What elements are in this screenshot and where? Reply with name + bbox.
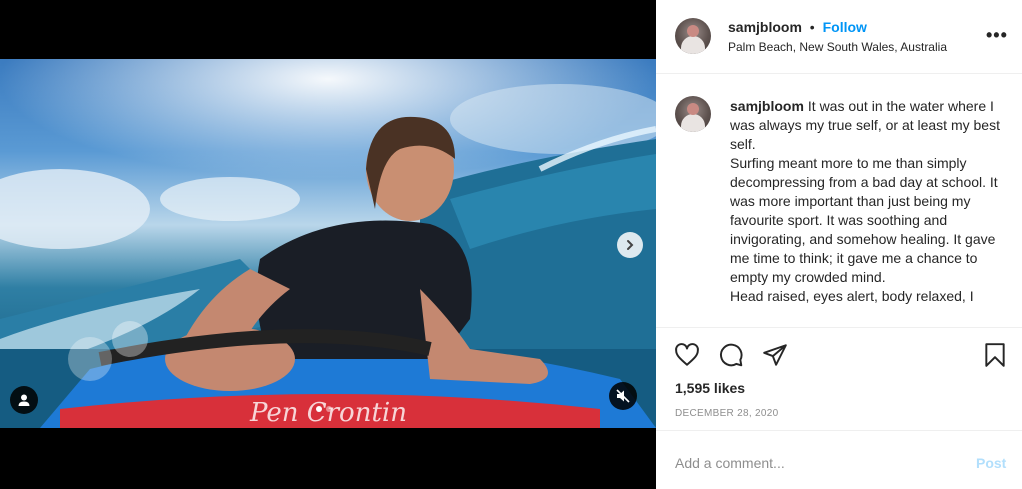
caption-text: samjbloom It was out in the water where I…: [730, 97, 1000, 306]
comment-button[interactable]: [718, 342, 744, 373]
heart-icon: [675, 343, 699, 366]
carousel-indicator: [316, 406, 332, 412]
muted-speaker-icon: [616, 389, 630, 403]
comment-composer: Post: [656, 430, 1022, 489]
follow-button[interactable]: Follow: [823, 19, 867, 35]
post-actions: 1,595 likes DECEMBER 28, 2020: [656, 327, 1022, 429]
avatar[interactable]: [675, 18, 711, 54]
carousel-dot: [326, 406, 332, 412]
post-media: Pen Crontin: [0, 0, 656, 489]
surfer-photo-illustration: Pen Crontin: [0, 59, 656, 428]
username-link[interactable]: samjbloom: [728, 19, 802, 35]
separator-dot: •: [809, 19, 815, 35]
post-comment-button[interactable]: Post: [976, 455, 1006, 471]
post-header: samjbloom • Follow Palm Beach, New South…: [656, 0, 1022, 74]
avatar[interactable]: [675, 96, 711, 132]
post-date[interactable]: DECEMBER 28, 2020: [675, 408, 778, 419]
svg-text:Pen Crontin: Pen Crontin: [249, 398, 407, 428]
caption-section: samjbloom It was out in the water where I…: [656, 75, 1022, 327]
header-user-line: samjbloom • Follow: [728, 19, 867, 35]
like-button[interactable]: [674, 342, 700, 373]
post-side-panel: samjbloom • Follow Palm Beach, New South…: [656, 0, 1022, 489]
save-button[interactable]: [982, 342, 1008, 373]
likes-count[interactable]: 1,595 likes: [675, 380, 745, 396]
tagged-users-button[interactable]: [10, 386, 38, 414]
carousel-next-button[interactable]: [617, 232, 643, 258]
comment-input[interactable]: [675, 449, 955, 477]
location-link[interactable]: Palm Beach, New South Wales, Australia: [728, 40, 947, 54]
comment-icon: [720, 343, 743, 367]
bookmark-icon: [985, 343, 1005, 367]
post-photo[interactable]: Pen Crontin: [0, 59, 656, 428]
caption-line: Head raised, eyes alert, body relaxed, I: [730, 288, 974, 304]
caption-username-link[interactable]: samjbloom: [730, 98, 804, 114]
user-tag-icon: [18, 394, 30, 406]
paper-plane-icon: [763, 344, 787, 366]
mute-toggle-button[interactable]: [609, 382, 637, 410]
caption-line: Surfing meant more to me than simply dec…: [730, 155, 998, 285]
carousel-dot-active: [316, 406, 322, 412]
chevron-right-icon: [627, 240, 634, 250]
share-button[interactable]: [762, 342, 788, 373]
more-options-icon[interactable]: •••: [986, 26, 1008, 44]
